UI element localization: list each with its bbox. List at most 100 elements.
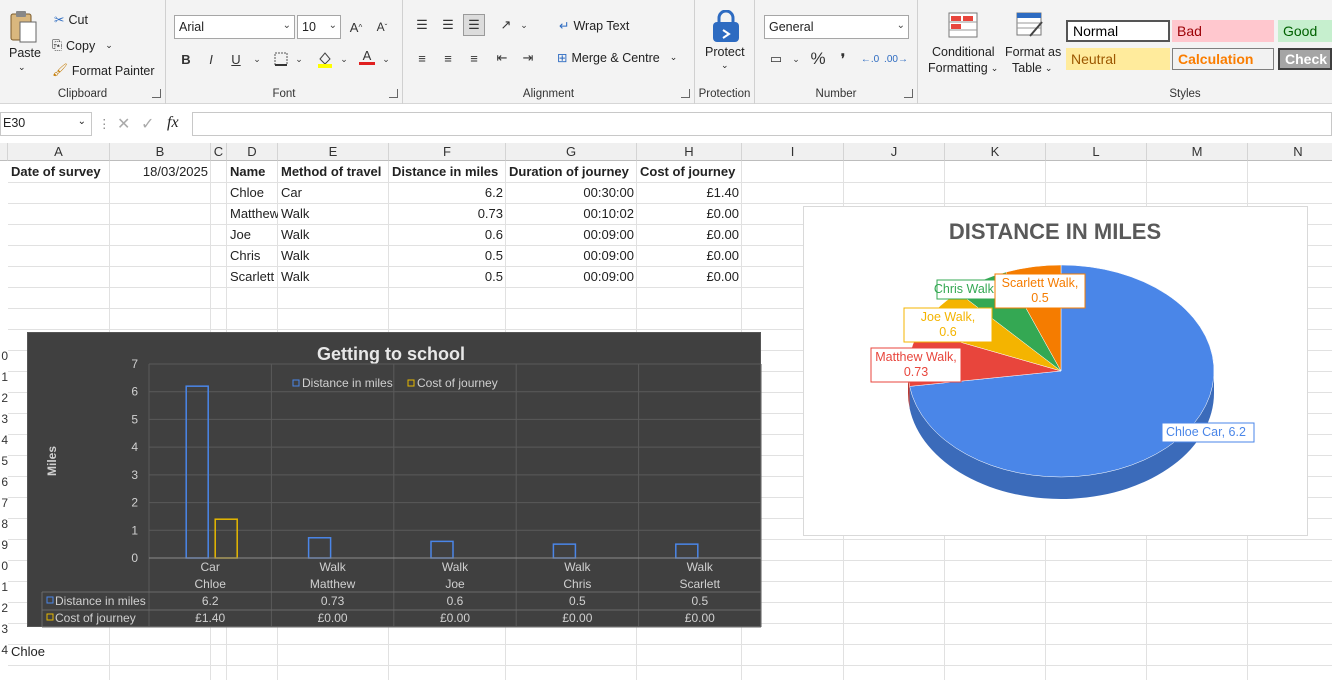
conditional-formatting-icon[interactable]	[948, 12, 978, 41]
conditional-formatting-button[interactable]: Conditional	[932, 45, 995, 59]
cancel-icon[interactable]: ✕	[117, 114, 130, 134]
chevron-down-icon[interactable]: ⌄	[333, 48, 355, 70]
chevron-down-icon[interactable]: ⌄	[78, 116, 86, 127]
row-header[interactable]: 1	[0, 580, 8, 594]
row-header[interactable]: 3	[0, 412, 8, 426]
column-header-k[interactable]: K	[945, 143, 1046, 161]
table-cell[interactable]: 00:09:00	[506, 224, 637, 245]
header-cell[interactable]: Cost of journey	[637, 161, 742, 182]
protect-button[interactable]: Protect	[705, 45, 745, 59]
dialog-launcher-icon[interactable]	[904, 89, 913, 98]
comma-button[interactable]: ❜	[832, 48, 854, 70]
table-cell[interactable]: 0.5	[389, 266, 506, 287]
wrap-text-button[interactable]: ↵ Wrap Text	[559, 18, 629, 34]
column-header-i[interactable]: I	[742, 143, 844, 161]
lock-icon[interactable]	[711, 9, 741, 44]
column-header-m[interactable]: M	[1147, 143, 1248, 161]
column-header-f[interactable]: F	[389, 143, 506, 161]
row-header[interactable]: 2	[0, 601, 8, 615]
corner-select-all[interactable]	[0, 143, 8, 161]
row-header[interactable]: 1	[0, 370, 8, 384]
row-header[interactable]: 3	[0, 622, 8, 636]
cell-style-good[interactable]: Good	[1278, 20, 1332, 42]
table-cell[interactable]: Walk	[278, 266, 389, 287]
align-middle-icon[interactable]: ☰	[437, 14, 459, 36]
dialog-launcher-icon[interactable]	[681, 89, 690, 98]
table-cell[interactable]: £0.00	[637, 224, 742, 245]
decrease-decimal-icon[interactable]: .00→	[884, 48, 908, 70]
copy-button[interactable]: ⎘ Copy ⌄	[52, 38, 113, 53]
chevron-down-icon[interactable]: ⌄	[513, 14, 535, 36]
cell-style-bad[interactable]: Bad	[1172, 20, 1274, 42]
header-cell[interactable]: Name	[227, 161, 278, 182]
table-cell[interactable]: Walk	[278, 203, 389, 224]
table-cell[interactable]: 6.2	[389, 182, 506, 203]
cell-style-calculation[interactable]: Calculation	[1172, 48, 1274, 70]
table-cell[interactable]: 0.6	[389, 224, 506, 245]
chevron-down-icon[interactable]: ⌄	[105, 40, 113, 51]
paste-icon[interactable]	[8, 10, 38, 44]
column-header-b[interactable]: B	[110, 143, 211, 161]
pie-data-label[interactable]: Joe Walk,0.6	[903, 307, 993, 343]
column-header-e[interactable]: E	[278, 143, 389, 161]
format-as-table-icon[interactable]	[1016, 12, 1046, 43]
table-cell[interactable]: 00:30:00	[506, 182, 637, 203]
pie-chart[interactable]: DISTANCE IN MILES Chloe Car, 6.2 Matthew W…	[803, 206, 1308, 536]
font-name-select[interactable]: Arial ⌄	[174, 15, 295, 39]
chevron-down-icon[interactable]: ⌄	[288, 48, 310, 70]
header-cell[interactable]: Method of travel	[278, 161, 389, 182]
row-header[interactable]: 7	[0, 496, 8, 510]
table-cell[interactable]: £0.00	[637, 245, 742, 266]
row-header[interactable]: 4	[0, 643, 8, 657]
row-header[interactable]: 0	[0, 349, 8, 363]
pie-data-label[interactable]: Scarlett Walk,0.5	[994, 273, 1086, 309]
bar-cost[interactable]	[214, 518, 238, 559]
column-header-l[interactable]: L	[1046, 143, 1147, 161]
align-right-icon[interactable]: ≡	[463, 47, 485, 69]
chevron-down-icon[interactable]: ⌄	[785, 48, 807, 70]
chevron-down-icon[interactable]: ⌄	[246, 48, 268, 70]
chevron-down-icon[interactable]: ⌄	[375, 48, 397, 70]
column-header-j[interactable]: J	[844, 143, 945, 161]
shrink-font-button[interactable]: Aˇ	[371, 16, 393, 38]
cut-button[interactable]: ✂ Cut	[54, 12, 88, 28]
chevron-down-icon[interactable]: ⌄	[670, 52, 678, 63]
dialog-launcher-icon[interactable]	[389, 89, 398, 98]
decrease-indent-icon[interactable]: ⇤	[491, 47, 513, 69]
increase-indent-icon[interactable]: ⇥	[517, 47, 539, 69]
align-center-icon[interactable]: ≡	[437, 47, 459, 69]
percent-button[interactable]: %	[807, 48, 829, 70]
row-header[interactable]: 6	[0, 475, 8, 489]
header-cell[interactable]: Distance in miles	[389, 161, 506, 182]
chevron-down-icon[interactable]: ⌄	[721, 60, 729, 71]
align-bottom-icon[interactable]: ☰	[463, 14, 485, 36]
row-header[interactable]: 0	[0, 559, 8, 573]
cell-style-neutral[interactable]: Neutral	[1066, 48, 1170, 70]
column-header-g[interactable]: G	[506, 143, 637, 161]
row-header[interactable]: 5	[0, 454, 8, 468]
grow-font-button[interactable]: A ^	[345, 16, 367, 38]
table-cell[interactable]: 00:10:02	[506, 203, 637, 224]
table-cell[interactable]: Matthew	[227, 203, 278, 224]
paste-chevron-icon[interactable]: ⌄	[18, 62, 26, 73]
cell-style-check[interactable]: Check	[1278, 48, 1332, 70]
formula-input[interactable]	[192, 112, 1332, 136]
table-cell[interactable]: Chris	[227, 245, 278, 266]
row-header[interactable]: 9	[0, 538, 8, 552]
table-cell[interactable]: £0.00	[637, 266, 742, 287]
dialog-launcher-icon[interactable]	[152, 89, 161, 98]
column-header-h[interactable]: H	[637, 143, 742, 161]
format-as-table-label[interactable]: Table ⌄	[1012, 61, 1052, 75]
bar-chart[interactable]: Getting to school Miles 0 1 2 3 4 5 6 7 Distance i…	[27, 332, 762, 628]
chart-title[interactable]: Getting to school	[317, 344, 465, 364]
bar-distance[interactable]	[430, 540, 454, 559]
number-format-select[interactable]: General ⌄	[764, 15, 909, 39]
table-cell[interactable]: Walk	[278, 224, 389, 245]
table-cell[interactable]: Joe	[227, 224, 278, 245]
conditional-formatting-label[interactable]: Formatting ⌄	[928, 61, 998, 75]
header-cell[interactable]: Duration of journey	[506, 161, 637, 182]
currency-icon[interactable]: ▭	[765, 48, 787, 70]
format-as-table-button[interactable]: Format as	[1005, 45, 1061, 59]
bar-distance[interactable]	[675, 543, 699, 559]
row-header[interactable]: 8	[0, 517, 8, 531]
